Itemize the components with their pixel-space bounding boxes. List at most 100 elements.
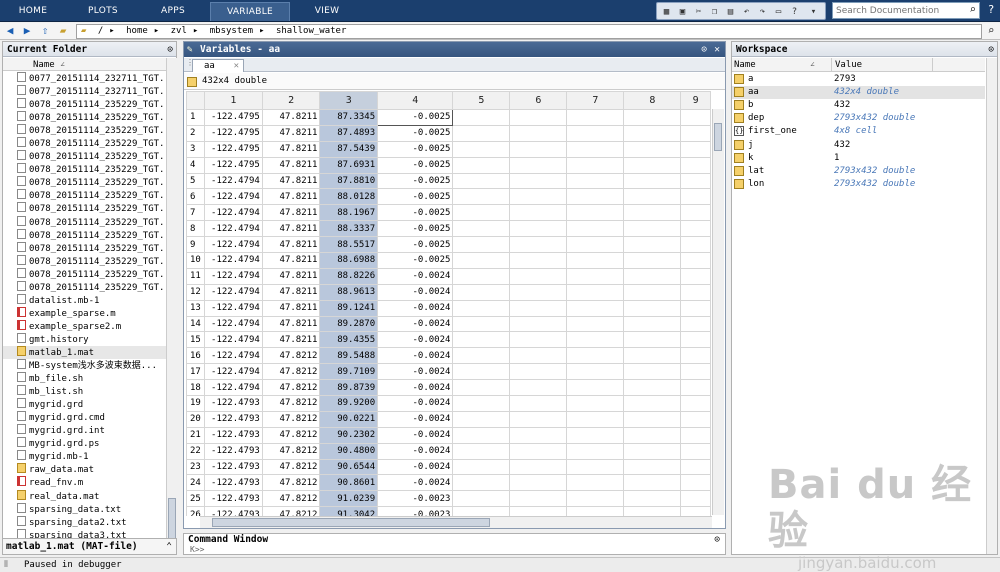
grid-cell[interactable]	[566, 331, 625, 349]
grid-cell[interactable]	[680, 315, 711, 333]
grid-cell[interactable]	[680, 172, 711, 190]
grid-cell[interactable]	[680, 442, 711, 460]
grid-cell[interactable]: -122.4795	[203, 109, 263, 126]
grid-cell[interactable]	[509, 490, 568, 508]
grid-cell[interactable]	[509, 395, 568, 412]
grid-cell[interactable]	[509, 156, 568, 174]
grid-cell[interactable]: -122.4795	[203, 156, 263, 174]
grid-cell[interactable]	[452, 315, 511, 333]
grid-cell[interactable]	[452, 410, 511, 428]
workspace-variable-row[interactable]: {} first_one 4x8 cell	[732, 125, 985, 138]
file-list-item[interactable]: 0078_20151114_235229_TGT...	[3, 98, 166, 111]
file-list-item[interactable]: 0078_20151114_235229_TGT...	[3, 241, 166, 255]
grid-cell[interactable]	[680, 347, 711, 365]
variable-grid[interactable]: 123456789 1 -122.4795 47.8211 87.3345 -0.002…	[186, 91, 711, 516]
grid-cell[interactable]	[680, 124, 711, 142]
grid-cell[interactable]	[452, 156, 511, 174]
grid-cell[interactable]	[452, 458, 511, 476]
grid-cell[interactable]: -122.4794	[203, 363, 263, 381]
browse-folder-icon[interactable]: ▰	[56, 24, 70, 38]
breadcrumb-zvl[interactable]: zvl	[171, 26, 187, 36]
grid-cell[interactable]	[566, 347, 625, 365]
command-prompt[interactable]: K>>	[184, 546, 725, 554]
grid-cell[interactable]: 89.1241	[319, 299, 379, 317]
row-number[interactable]: 4	[186, 156, 205, 174]
grid-cell[interactable]: 89.8739	[319, 379, 379, 397]
file-list-item[interactable]: 0078_20151114_235229_TGT...	[3, 150, 166, 163]
grid-cell[interactable]	[566, 363, 625, 381]
grid-cell[interactable]	[680, 299, 711, 317]
grid-cell[interactable]	[623, 236, 682, 254]
file-list-item[interactable]: real_data.mat	[3, 489, 166, 503]
breadcrumb-mbsystem[interactable]: mbsystem	[210, 26, 253, 36]
save-icon[interactable]: ▣	[676, 6, 689, 18]
workspace-variable-row[interactable]: k1	[732, 152, 985, 165]
grid-cell[interactable]: 87.5439	[319, 140, 379, 158]
close-tab-icon[interactable]: ✕	[234, 60, 239, 72]
grid-cell[interactable]	[509, 252, 568, 269]
grid-cell[interactable]	[566, 172, 625, 190]
undo-icon[interactable]: ↶	[740, 6, 753, 18]
grid-cell[interactable]	[623, 490, 682, 508]
grid-cell[interactable]	[509, 426, 568, 444]
grid-cell[interactable]	[566, 426, 625, 444]
grid-cell[interactable]: 91.0239	[319, 490, 379, 508]
panel-menu-icon[interactable]: ⊙	[988, 42, 994, 57]
grid-cell[interactable]: 88.5517	[319, 236, 379, 254]
grid-cell[interactable]	[452, 236, 511, 254]
tab-plots[interactable]: PLOTS	[70, 2, 136, 21]
grid-cell[interactable]: -122.4794	[203, 331, 263, 349]
workspace-variable-row[interactable]: j 432	[732, 139, 985, 152]
grid-cell[interactable]	[452, 252, 511, 269]
row-number[interactable]: 25	[186, 490, 205, 508]
forward-arrow-icon[interactable]: ▶	[20, 24, 34, 38]
grid-cell[interactable]: 47.8211	[261, 236, 321, 254]
file-list-item[interactable]: 0078_20151114_235229_TGT...	[3, 267, 166, 281]
grid-cell[interactable]	[566, 140, 625, 158]
grid-cell[interactable]: 89.9200	[319, 395, 379, 412]
grid-cell[interactable]: -122.4794	[203, 267, 263, 285]
grid-cell[interactable]	[623, 347, 682, 365]
row-number[interactable]: 19	[186, 395, 205, 412]
row-number[interactable]: 18	[186, 379, 205, 397]
grid-cell[interactable]: 90.0221	[319, 410, 379, 428]
grid-cell[interactable]: 88.3337	[319, 220, 379, 238]
grid-cell[interactable]	[566, 410, 625, 428]
row-number[interactable]: 16	[186, 347, 205, 365]
grid-cell[interactable]	[623, 252, 682, 269]
grid-cell[interactable]	[509, 410, 568, 428]
grid-cell[interactable]	[452, 426, 511, 444]
column-header[interactable]: 8	[623, 91, 682, 110]
column-value-header[interactable]: Value	[831, 58, 862, 72]
grid-cell[interactable]	[452, 379, 511, 397]
grid-cell[interactable]	[509, 204, 568, 222]
grid-cell[interactable]: 87.3345	[319, 109, 379, 126]
grid-cell[interactable]	[680, 283, 711, 301]
grid-cell[interactable]	[509, 267, 568, 285]
grid-cell[interactable]: -122.4795	[203, 124, 263, 142]
workspace-variable-row[interactable]: lon 2793x432 double	[732, 178, 985, 191]
grid-cell[interactable]: -122.4794	[203, 188, 263, 206]
file-list-item[interactable]: 0078_20151114_235229_TGT...	[3, 254, 166, 268]
file-list-item[interactable]: 0078_20151114_235229_TGT...	[3, 202, 166, 215]
grid-cell[interactable]: 47.8211	[261, 315, 321, 333]
grid-cell[interactable]: -0.0024	[377, 283, 454, 301]
file-list-item[interactable]: 0077_20151114_232711_TGT...	[3, 72, 166, 85]
grid-cell[interactable]	[452, 140, 511, 158]
grid-cell[interactable]: 47.8211	[261, 299, 321, 317]
row-number[interactable]: 26	[186, 506, 205, 516]
search-icon[interactable]: ⌕	[969, 3, 976, 16]
grid-cell[interactable]: 47.8212	[261, 379, 321, 397]
grid-cell[interactable]: -0.0025	[377, 204, 454, 222]
row-number[interactable]: 6	[186, 188, 205, 206]
grid-cell[interactable]: 47.8211	[261, 267, 321, 285]
row-number[interactable]: 17	[186, 363, 205, 381]
file-list-item[interactable]: mygrid.grd.ps	[3, 437, 166, 450]
tab-home[interactable]: HOME	[4, 2, 62, 21]
grid-cell[interactable]	[566, 188, 625, 206]
breadcrumb-home[interactable]: home	[126, 26, 148, 36]
grid-cell[interactable]	[509, 220, 568, 238]
grid-cell[interactable]	[452, 172, 511, 190]
row-number[interactable]: 1	[186, 109, 205, 126]
file-list-item[interactable]: raw_data.mat	[3, 463, 166, 476]
